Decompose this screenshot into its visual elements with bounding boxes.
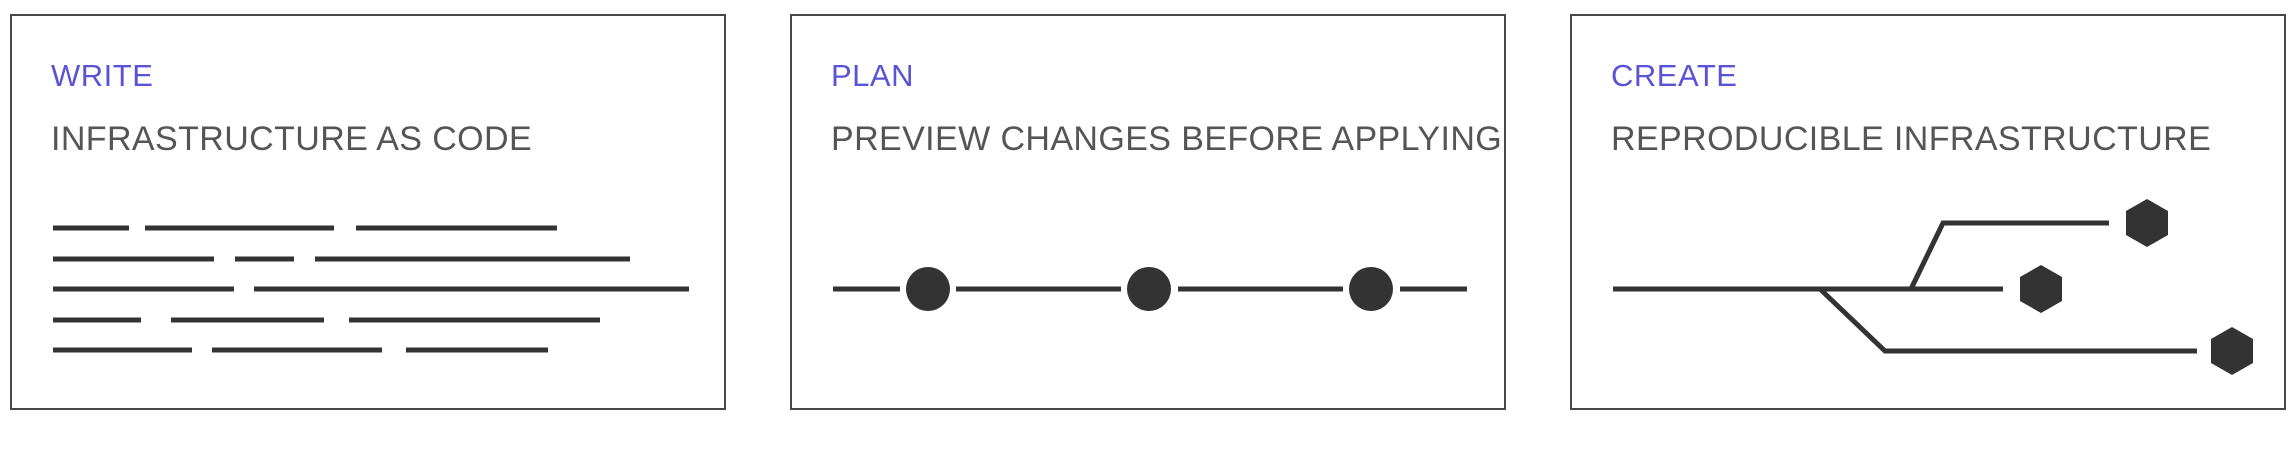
branching-illustration: [1613, 199, 2253, 375]
write-card: WRITE INFRASTRUCTURE AS CODE: [10, 14, 726, 410]
upper-branch-line: [1908, 220, 2109, 291]
code-lines-illustration: [53, 225, 689, 353]
timeline-node: [1349, 267, 1393, 311]
hexagon-node-bottom: [2211, 327, 2253, 375]
hexagon-node-middle: [2020, 265, 2062, 313]
create-card: CREATE REPRODUCIBLE INFRASTRUCTURE: [1570, 14, 2286, 410]
timeline-node: [1127, 267, 1171, 311]
timeline-node: [906, 267, 950, 311]
lower-branch-line: [1818, 287, 2197, 354]
timeline-illustration: [833, 267, 1467, 311]
hexagon-node-top: [2126, 199, 2168, 247]
plan-card: PLAN PREVIEW CHANGES BEFORE APPLYING: [790, 14, 1506, 410]
